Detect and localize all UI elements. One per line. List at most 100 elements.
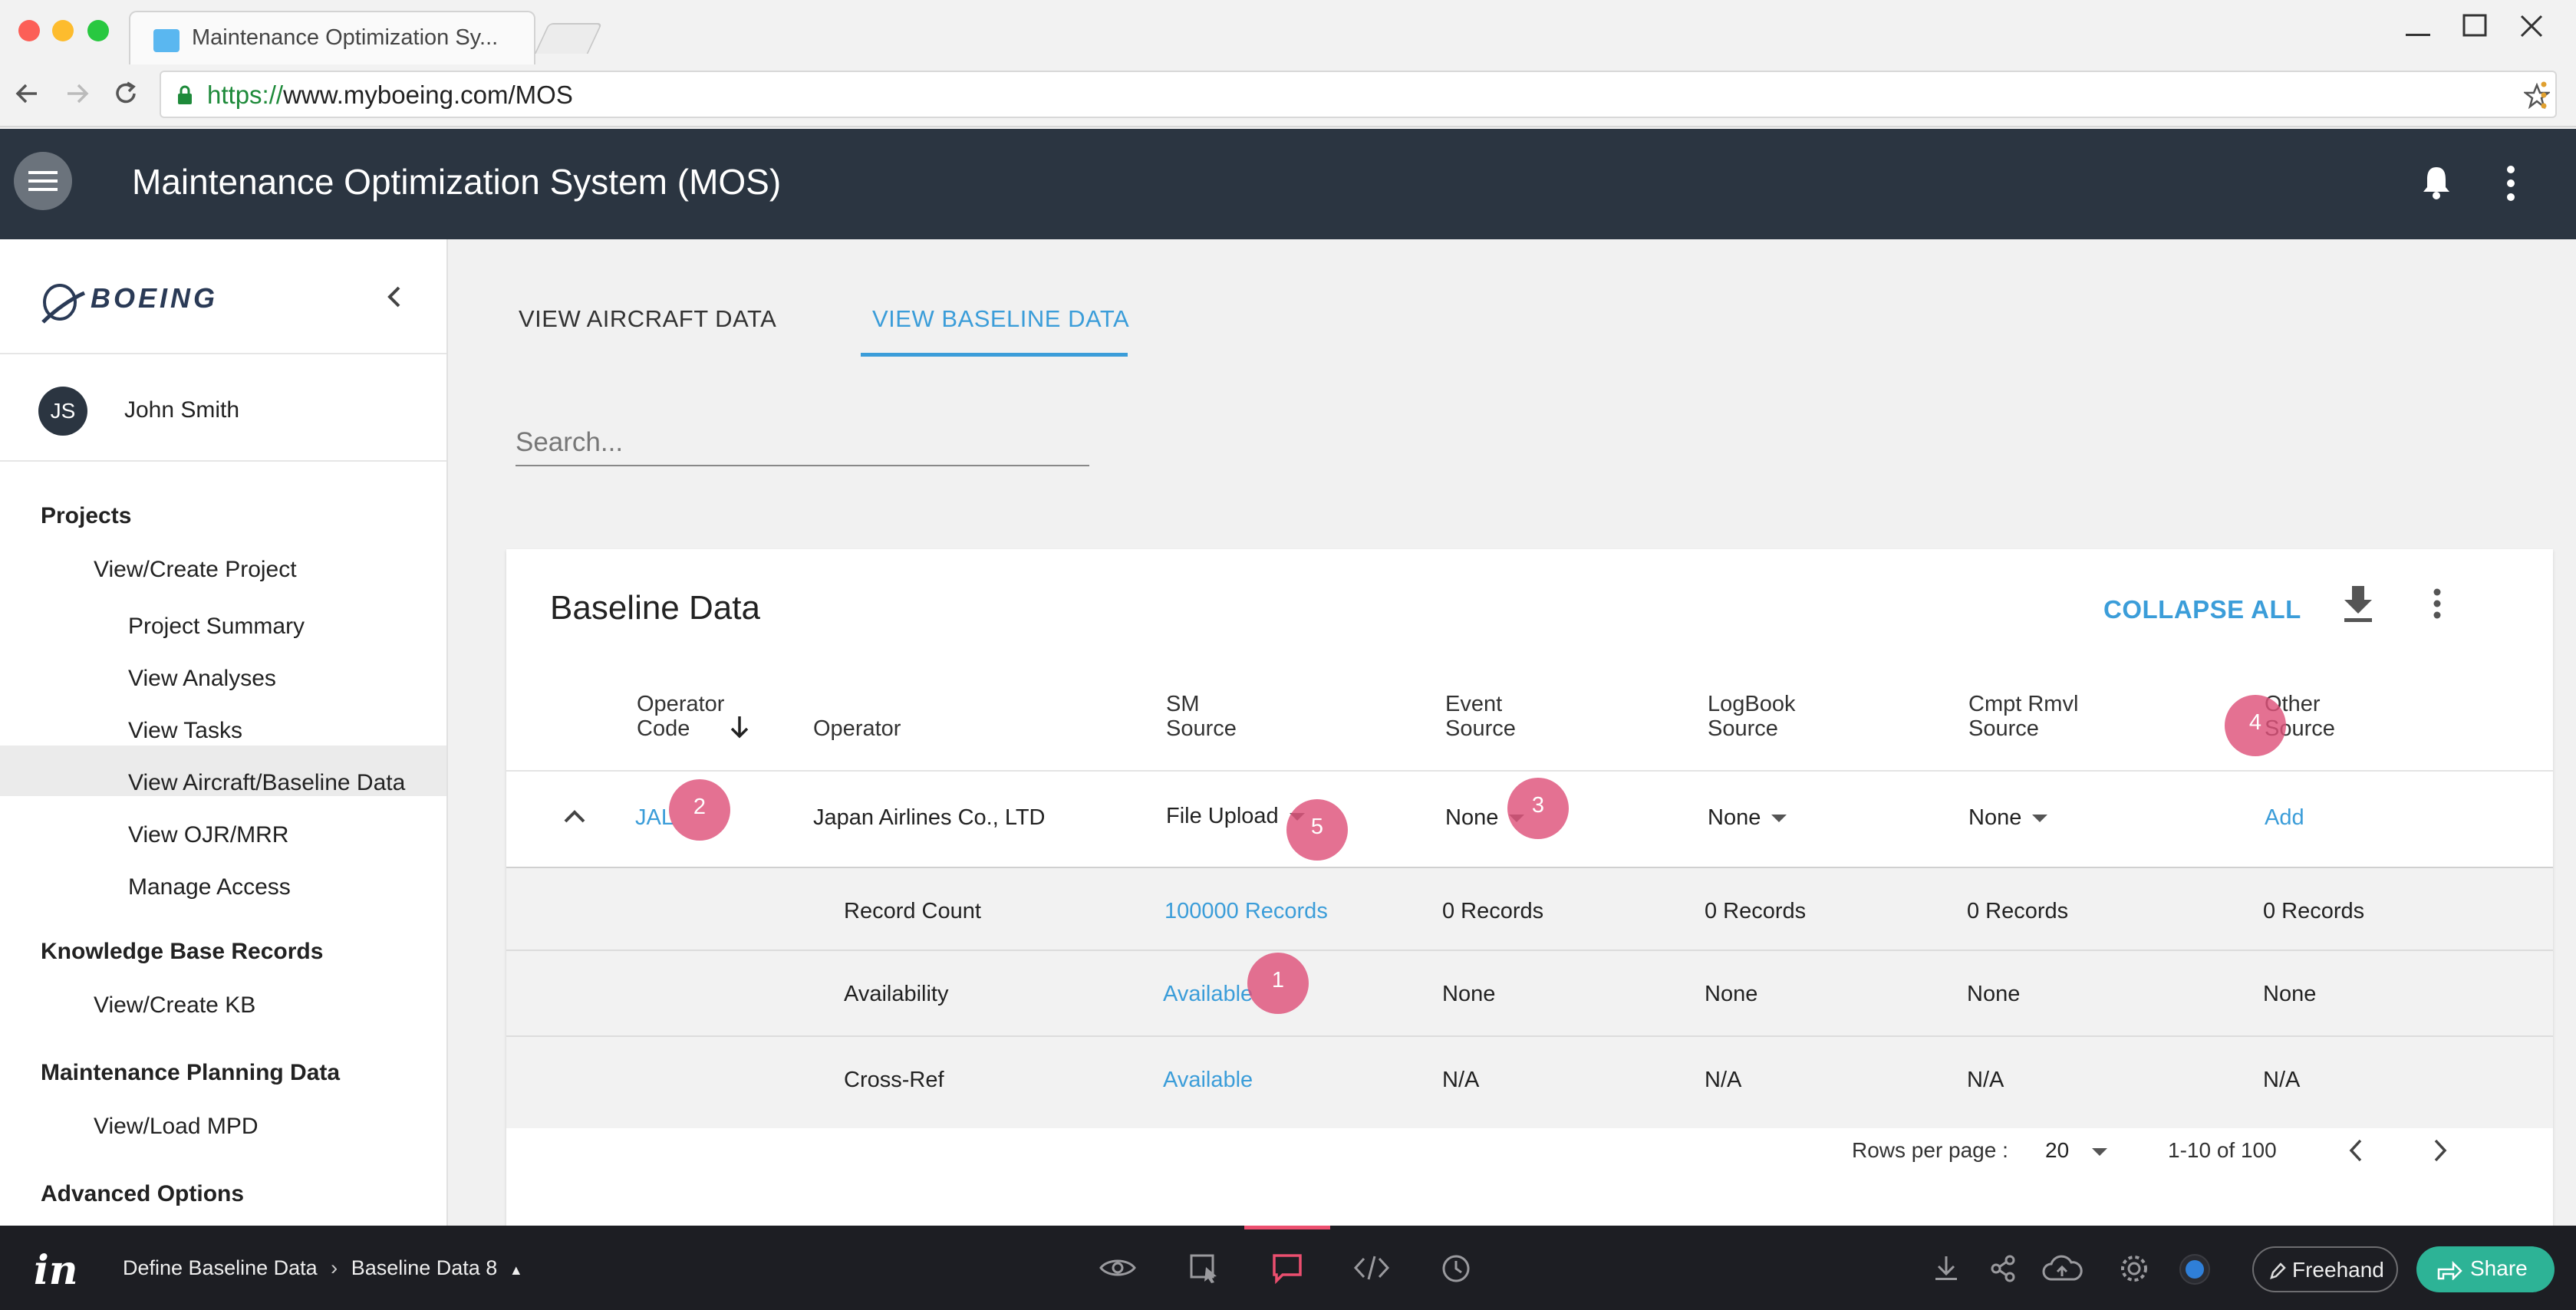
maximize-icon[interactable] bbox=[2462, 14, 2489, 38]
hotspot-marker-3[interactable]: 3 bbox=[1507, 778, 1569, 839]
rows-per-page-select[interactable]: 20 bbox=[2045, 1138, 2108, 1163]
hotspot-marker-1[interactable]: 1 bbox=[1247, 953, 1309, 1014]
address-bar[interactable]: https://www.myboeing.com/MOS bbox=[160, 71, 2557, 118]
detail-label-record-count: Record Count bbox=[844, 899, 981, 923]
nav-item-view-ojr-mrr[interactable]: View OJR/MRR bbox=[128, 822, 288, 848]
col-header-operator[interactable]: Operator bbox=[813, 716, 901, 741]
col-header-event-source[interactable]: Event Source bbox=[1445, 692, 1516, 741]
nav-item-view-aircraft-baseline[interactable]: View Aircraft/Baseline Data bbox=[128, 770, 405, 796]
forward-arrow-icon[interactable] bbox=[63, 80, 91, 107]
nav-item-manage-access[interactable]: Manage Access bbox=[128, 874, 291, 900]
minimize-icon[interactable] bbox=[2406, 29, 2432, 37]
share-nodes-icon[interactable] bbox=[1990, 1255, 2016, 1282]
sm-record-count-link[interactable]: 100000 Records bbox=[1164, 899, 1328, 924]
preview-eye-icon[interactable] bbox=[1099, 1256, 1137, 1279]
col-header-event-line1: Event bbox=[1445, 692, 1503, 716]
nav-item-view-tasks[interactable]: View Tasks bbox=[128, 718, 242, 744]
hotspot-marker-5[interactable]: 5 bbox=[1286, 799, 1348, 861]
header-divider bbox=[506, 770, 2553, 772]
cmpt-cross-ref: N/A bbox=[1967, 1068, 2004, 1092]
nav-item-view-create-project[interactable]: View/Create Project bbox=[94, 557, 297, 583]
event-cross-ref: N/A bbox=[1442, 1068, 1480, 1092]
app-header: Maintenance Optimization System (MOS) bbox=[0, 129, 2576, 239]
comment-mode-icon[interactable] bbox=[1272, 1253, 1303, 1284]
user-name: John Smith bbox=[124, 397, 240, 423]
close-window-dot[interactable] bbox=[18, 20, 40, 41]
history-clock-icon[interactable] bbox=[1441, 1253, 1471, 1284]
logbook-source-dropdown[interactable]: None bbox=[1708, 805, 1787, 831]
other-availability: None bbox=[2263, 982, 2317, 1006]
sidebar-logo-area: BOEING bbox=[0, 239, 446, 354]
share-arrow-icon bbox=[2437, 1260, 2462, 1280]
share-label: Share bbox=[2470, 1256, 2528, 1280]
tab-title: Maintenance Optimization Sy... bbox=[192, 25, 499, 50]
minimize-window-dot[interactable] bbox=[52, 20, 74, 41]
close-icon[interactable] bbox=[2519, 14, 2544, 38]
col-header-logbook-source[interactable]: LogBook Source bbox=[1708, 692, 1796, 741]
sort-descending-arrow-icon[interactable] bbox=[729, 715, 750, 739]
inspect-code-icon[interactable] bbox=[1353, 1255, 1390, 1281]
logbook-source-value: None bbox=[1708, 805, 1761, 830]
event-source-value: None bbox=[1445, 805, 1499, 830]
operator-code-link[interactable]: JAL bbox=[635, 805, 674, 831]
cmpt-rmvl-source-dropdown[interactable]: None bbox=[1968, 805, 2048, 831]
maximize-window-dot[interactable] bbox=[87, 20, 109, 41]
user-profile[interactable]: JS John Smith bbox=[0, 354, 446, 462]
nav-item-view-analyses[interactable]: View Analyses bbox=[128, 666, 276, 692]
tab-view-aircraft-data[interactable]: VIEW AIRCRAFT DATA bbox=[519, 305, 776, 333]
sm-availability-link[interactable]: Available bbox=[1163, 982, 1253, 1007]
pen-icon bbox=[2270, 1262, 2286, 1279]
reload-icon[interactable] bbox=[112, 80, 140, 107]
prev-page-chevron-icon[interactable] bbox=[2347, 1138, 2364, 1163]
new-tab-button[interactable] bbox=[534, 23, 603, 54]
col-header-sm-source[interactable]: SM Source bbox=[1166, 692, 1237, 741]
nav-item-project-summary[interactable]: Project Summary bbox=[128, 614, 305, 640]
add-other-source-link[interactable]: Add bbox=[2265, 805, 2304, 831]
url-text: https://www.myboeing.com/MOS bbox=[207, 81, 573, 110]
hamburger-menu-button[interactable] bbox=[14, 152, 72, 210]
sm-source-dropdown[interactable]: File Upload bbox=[1166, 804, 1305, 829]
build-mode-icon[interactable] bbox=[1189, 1253, 1220, 1284]
sm-source-value: File Upload bbox=[1166, 804, 1279, 828]
browser-tab[interactable]: Maintenance Optimization Sy... bbox=[129, 11, 535, 64]
col-header-operator-code-line2: Code bbox=[637, 716, 690, 741]
collapse-sidebar-chevron-icon[interactable] bbox=[385, 285, 404, 308]
cloud-upload-icon[interactable] bbox=[2041, 1255, 2084, 1282]
nav-section-advanced[interactable]: Advanced Options bbox=[41, 1181, 244, 1207]
avatar: JS bbox=[38, 387, 87, 436]
hotspot-marker-2[interactable]: 2 bbox=[669, 779, 730, 841]
download-icon[interactable] bbox=[1933, 1255, 1959, 1282]
invision-logo[interactable]: in bbox=[34, 1247, 78, 1294]
nav-section-projects[interactable]: Projects bbox=[41, 503, 131, 529]
hotspot-marker-4[interactable]: 4 bbox=[2225, 695, 2286, 756]
browser-menu-icon[interactable] bbox=[2539, 80, 2548, 110]
notification-bell-icon[interactable] bbox=[2421, 164, 2452, 201]
sm-cross-ref-link[interactable]: Available bbox=[1163, 1068, 1253, 1093]
card-more-vert-icon[interactable] bbox=[2432, 588, 2443, 620]
share-button[interactable]: Share bbox=[2416, 1246, 2555, 1292]
search-input[interactable] bbox=[516, 420, 1089, 466]
boeing-logo-text: BOEING bbox=[91, 282, 219, 314]
active-tab-indicator bbox=[861, 353, 1128, 357]
collapse-row-chevron-icon[interactable] bbox=[563, 808, 586, 824]
collapse-all-button[interactable]: COLLAPSE ALL bbox=[2103, 595, 2301, 624]
nav-section-mpd[interactable]: Maintenance Planning Data bbox=[41, 1060, 340, 1086]
more-vert-icon[interactable] bbox=[2505, 164, 2516, 202]
settings-gear-icon[interactable] bbox=[2119, 1253, 2149, 1284]
col-header-cmpt-rmvl-source[interactable]: Cmpt Rmvl Source bbox=[1968, 692, 2078, 741]
freehand-button[interactable]: Freehand bbox=[2252, 1246, 2398, 1292]
col-header-operator-code[interactable]: Operator Code bbox=[637, 692, 724, 741]
next-page-chevron-icon[interactable] bbox=[2432, 1138, 2449, 1163]
nav-item-view-create-kb[interactable]: View/Create KB bbox=[94, 992, 255, 1019]
nav-item-view-load-mpd[interactable]: View/Load MPD bbox=[94, 1114, 259, 1140]
nav-section-kb-records[interactable]: Knowledge Base Records bbox=[41, 939, 323, 965]
operator-name: Japan Airlines Co., LTD bbox=[813, 805, 1046, 830]
user-status-icon[interactable] bbox=[2179, 1253, 2211, 1285]
prototype-breadcrumb[interactable]: Define Baseline Data › Baseline Data 8 ▲ bbox=[123, 1256, 523, 1280]
breadcrumb-separator-chevron-icon: › bbox=[331, 1256, 338, 1279]
cmpt-record-count: 0 Records bbox=[1967, 899, 2069, 923]
url-scheme: https:// bbox=[207, 81, 284, 109]
back-arrow-icon[interactable] bbox=[14, 80, 41, 107]
tab-view-baseline-data[interactable]: VIEW BASELINE DATA bbox=[872, 305, 1129, 333]
download-icon[interactable] bbox=[2341, 584, 2375, 624]
